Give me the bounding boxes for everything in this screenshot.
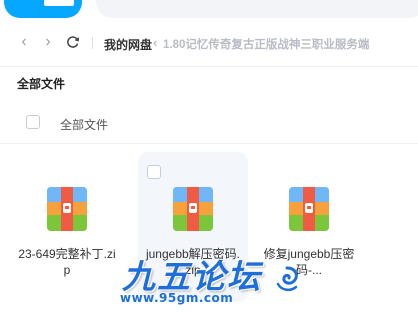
file-item[interactable]: 23-649完整补丁.zip	[12, 152, 122, 302]
zip-archive-icon	[47, 187, 87, 231]
chevron-left-icon[interactable]: ‹	[14, 32, 34, 52]
nav-divider	[92, 37, 93, 49]
watermark-url: www.95gm.com	[120, 291, 234, 305]
swirl-icon	[276, 266, 298, 292]
file-name: 23-649完整补丁.zip	[18, 247, 116, 277]
top-toolbar	[0, 0, 418, 22]
toolbar-search-area[interactable]	[96, 0, 418, 18]
upload-button-label	[44, 0, 74, 6]
zip-archive-icon	[289, 187, 329, 231]
list-divider	[0, 143, 418, 144]
file-checkbox[interactable]	[147, 165, 161, 179]
navigation-bar: ‹ › 我的网盘 ‹ 1.80记忆传奇复古正版战神三职业服务端	[0, 28, 418, 58]
breadcrumb-current: 1.80记忆传奇复古正版战神三职业服务端	[163, 39, 370, 51]
list-header: 全部文件	[0, 107, 418, 139]
page-title: 全部文件	[17, 77, 66, 91]
select-all-checkbox[interactable]	[26, 115, 40, 129]
refresh-icon[interactable]	[63, 32, 83, 52]
watermark-logo: 九五论坛 www.95gm.com	[112, 250, 302, 310]
breadcrumb-separator: ‹	[153, 35, 158, 50]
breadcrumb-root[interactable]: 我的网盘	[104, 36, 152, 53]
upload-button[interactable]	[4, 0, 82, 18]
header-divider	[0, 66, 418, 67]
zip-archive-icon	[173, 187, 213, 231]
list-header-label: 全部文件	[60, 118, 109, 132]
chevron-right-icon[interactable]: ›	[38, 32, 58, 52]
